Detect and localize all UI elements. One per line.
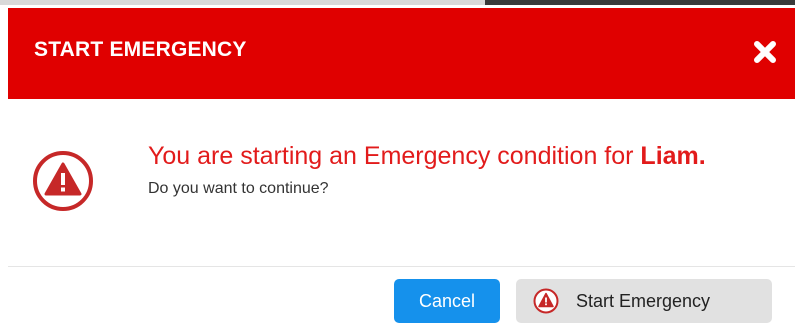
emergency-message: You are starting an Emergency condition … <box>148 142 706 171</box>
close-button[interactable] <box>752 39 778 65</box>
cancel-button[interactable]: Cancel <box>394 279 500 323</box>
start-emergency-button[interactable]: Start Emergency <box>516 279 772 323</box>
target-name: Liam. <box>640 142 706 170</box>
warning-triangle-icon <box>32 150 94 212</box>
background-strip-light <box>0 0 485 5</box>
warning-triangle-icon <box>533 288 559 314</box>
background-strip <box>0 0 795 8</box>
confirmation-question: Do you want to continue? <box>148 180 329 197</box>
dialog-header: START EMERGENCY <box>8 8 795 99</box>
start-emergency-label: Start Emergency <box>576 291 711 311</box>
dialog-title: START EMERGENCY <box>34 38 247 61</box>
message-text: You are starting an Emergency condition … <box>148 142 641 170</box>
footer-divider <box>8 266 795 267</box>
start-emergency-dialog: START EMERGENCY You are starting an Emer… <box>8 8 795 327</box>
background-strip-dark <box>485 0 795 5</box>
close-icon <box>754 41 776 63</box>
